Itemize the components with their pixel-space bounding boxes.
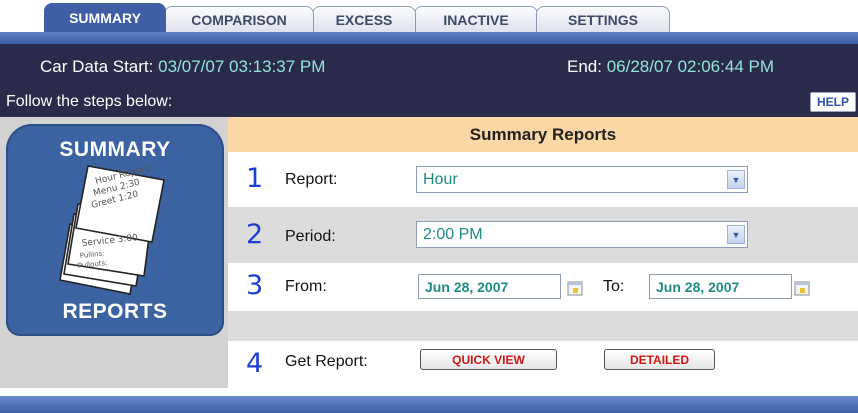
detailed-button[interactable]: DETAILED <box>604 349 715 370</box>
period-select-value: 2:00 PM <box>423 225 483 243</box>
to-label: To: <box>603 278 625 295</box>
from-label: From: <box>285 278 327 295</box>
data-end-label: End: <box>567 57 607 76</box>
data-end-value: 06/28/07 02:06:44 PM <box>606 57 774 76</box>
tab-underline <box>0 32 858 44</box>
step-number-2: 2 <box>246 219 264 250</box>
report-label: Report: <box>285 171 338 188</box>
badge-subtitle: REPORTS <box>62 300 168 323</box>
summary-reports-badge: SUMMARY Hour Report: Menu 2:30 Greet 1:2… <box>6 124 224 336</box>
report-select-value: Hour <box>423 170 458 188</box>
tab-summary[interactable]: SUMMARY <box>44 3 166 32</box>
step-number-3: 3 <box>246 270 264 301</box>
tab-bar: INACTIVE SETTINGS EXCESS COMPARISON SUMM… <box>0 0 858 32</box>
footer-bar <box>0 396 858 413</box>
form-title: Summary Reports <box>228 117 858 152</box>
from-date-field[interactable]: Jun 28, 2007 <box>418 274 561 299</box>
help-button[interactable]: HELP <box>810 92 856 112</box>
badge-title: SUMMARY <box>59 138 171 161</box>
data-start-value: 03/07/07 03:13:37 PM <box>158 57 326 76</box>
tab-settings[interactable]: SETTINGS <box>536 6 670 32</box>
instructions-text: Follow the steps below: <box>6 93 173 110</box>
to-date-field[interactable]: Jun 28, 2007 <box>649 274 792 299</box>
data-start-label: Car Data Start: <box>40 57 159 76</box>
quick-view-button[interactable]: QUICK VIEW <box>420 349 557 370</box>
data-end: End: 06/28/07 02:06:44 PM <box>567 57 774 77</box>
data-range-bar: Car Data Start: 03/07/07 03:13:37 PM End… <box>0 44 858 88</box>
data-start: Car Data Start: 03/07/07 03:13:37 PM <box>40 57 325 77</box>
tab-excess[interactable]: EXCESS <box>312 6 416 32</box>
period-select[interactable]: 2:00 PM ▼ <box>416 221 748 248</box>
calendar-icon[interactable] <box>794 279 810 296</box>
report-select[interactable]: Hour ▼ <box>416 166 748 193</box>
get-report-label: Get Report: <box>285 353 368 370</box>
chevron-down-icon[interactable]: ▼ <box>727 225 745 244</box>
step-row-period: 2 Period: 2:00 PM ▼ <box>228 207 858 263</box>
step-number-4: 4 <box>246 348 264 379</box>
calendar-icon[interactable] <box>567 279 583 296</box>
chevron-down-icon[interactable]: ▼ <box>727 170 745 189</box>
period-label: Period: <box>285 228 336 245</box>
step-row-get-report: 4 Get Report: QUICK VIEW DETAILED <box>228 341 858 388</box>
step-number-1: 1 <box>246 163 264 194</box>
tab-inactive[interactable]: INACTIVE <box>414 6 538 32</box>
report-papers-icon: Hour Report: Menu 2:30 Greet 1:20 Servic… <box>59 163 165 295</box>
instructions-bar: Follow the steps below: HELP <box>0 88 858 117</box>
step-row-dates: 3 From: Jun 28, 2007 To: Jun 28, 2007 <box>228 263 858 311</box>
step-row-report: 1 Report: Hour ▼ <box>228 152 858 207</box>
footer-gap <box>0 388 858 396</box>
form-spacer <box>228 311 858 341</box>
tab-comparison[interactable]: COMPARISON <box>164 6 314 32</box>
